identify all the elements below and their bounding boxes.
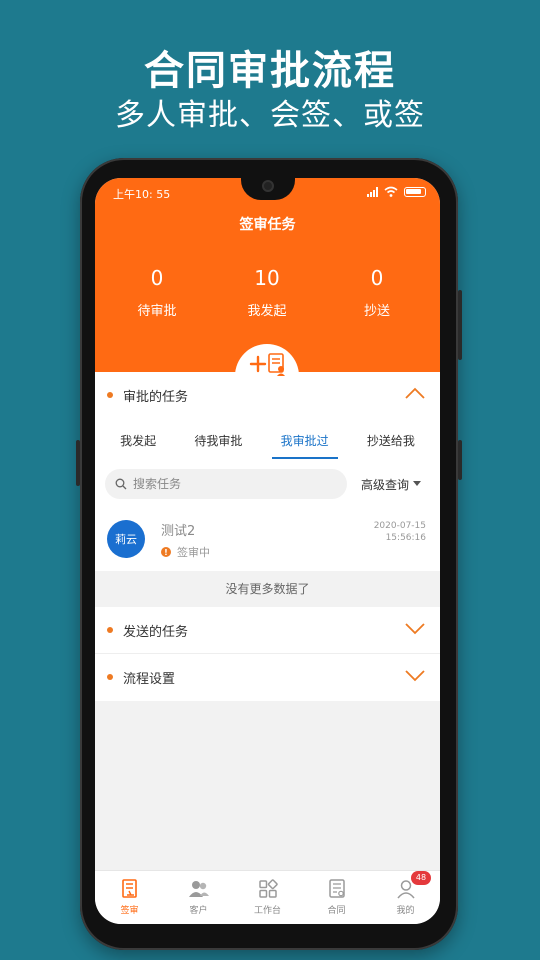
battery-icon [404,186,426,197]
workbench-icon [258,879,278,898]
add-contract-button[interactable] [235,344,299,408]
sent-tasks-title: 发送的任务 [123,624,189,640]
volume-button [76,440,80,486]
search-icon [115,478,127,490]
status-time: 上午10: 55 [113,188,171,201]
camera-icon [262,180,274,192]
nav-item-workbench[interactable]: 工作台 [233,871,302,924]
flow-settings-title: 流程设置 [123,671,176,687]
bullet-dot [107,392,113,398]
advanced-query-label: 高级查询 [361,477,410,492]
stat-pending-label: 待审批 [137,304,177,319]
stat-initiated-value: 10 [254,266,280,290]
status-icons [367,186,426,197]
chevron-down-icon[interactable] [404,668,426,682]
side-button [458,440,462,480]
alert-icon: ! [161,547,171,557]
power-button [458,290,462,360]
chevron-up-icon[interactable] [404,386,426,400]
nav-item-customers[interactable]: 客户 [164,871,233,924]
search-box[interactable] [105,469,347,499]
bullet-dot [107,674,113,680]
signal-icon [367,186,378,197]
stat-initiated[interactable]: 10 我发起 [217,266,317,319]
wifi-icon [384,186,398,197]
contract-icon [328,879,345,898]
caret-down-icon [413,481,422,486]
avatar: 莉云 [107,520,145,558]
tab-pending-approval[interactable]: 待我审批 [186,420,250,461]
stat-cc[interactable]: 0 抄送 [327,266,427,319]
phone-screen: 上午10: 55 签审任务 0 待审批 10 我发起 0 抄送 审批的任务 我发… [95,178,440,924]
task-status: ! 签审中 [161,544,210,560]
bullet-dot [107,627,113,633]
nav-item-sign-review[interactable]: 签审 [95,871,164,924]
stat-pending[interactable]: 0 待审批 [107,266,207,319]
tab-approved[interactable]: 我审批过 [271,420,338,461]
promo-subtitle: 多人审批、会签、或签 [115,98,425,133]
advanced-query-button[interactable]: 高级查询 [361,476,422,493]
chevron-down-icon[interactable] [404,621,426,635]
nav-label: 工作台 [253,906,281,916]
search-row: 高级查询 [95,462,440,506]
tab-cc-to-me[interactable]: 抄送给我 [359,420,423,461]
stat-pending-value: 0 [150,266,164,290]
collapsed-sections-card: 发送的任务 流程设置 [95,607,440,701]
notification-badge: 48 [411,871,431,885]
header-banner: 上午10: 55 签审任务 0 待审批 10 我发起 0 抄送 [95,178,440,372]
bottom-nav: 签审 客户 工作台 合同 48 我的 [95,870,440,924]
customers-icon [188,881,209,897]
stat-initiated-label: 我发起 [247,304,287,319]
task-status-label: 签审中 [177,546,210,559]
add-document-icon [249,353,285,376]
nav-label: 客户 [189,906,208,916]
nav-label: 合同 [327,906,346,916]
task-name: 测试2 [161,524,196,539]
nav-label: 我的 [396,906,415,916]
page-title: 签审任务 [239,217,296,233]
no-more-data: 没有更多数据了 [95,571,440,607]
nav-label: 签审 [120,906,139,916]
stat-cc-label: 抄送 [363,304,390,319]
sign-review-icon [121,879,137,898]
task-time: 15:56:16 [385,533,426,543]
approval-tabs: 我发起 待我审批 我审批过 抄送给我 [95,418,440,462]
approval-tasks-title: 审批的任务 [123,389,189,405]
task-date: 2020-07-15 [373,521,426,531]
promo-title: 合同审批流程 [144,48,396,94]
nav-item-profile[interactable]: 48 我的 [371,871,440,924]
task-timestamp: 2020-07-15 15:56:16 [374,520,426,544]
tab-initiated[interactable]: 我发起 [112,420,164,461]
nav-item-contract[interactable]: 合同 [302,871,371,924]
search-input[interactable] [133,477,333,491]
sent-tasks-header[interactable]: 发送的任务 [95,607,440,653]
list-item[interactable]: 莉云 测试2 ! 签审中 2020-07-15 15:56:16 [95,506,440,568]
stat-cc-value: 0 [370,266,384,290]
flow-settings-header[interactable]: 流程设置 [95,654,440,700]
